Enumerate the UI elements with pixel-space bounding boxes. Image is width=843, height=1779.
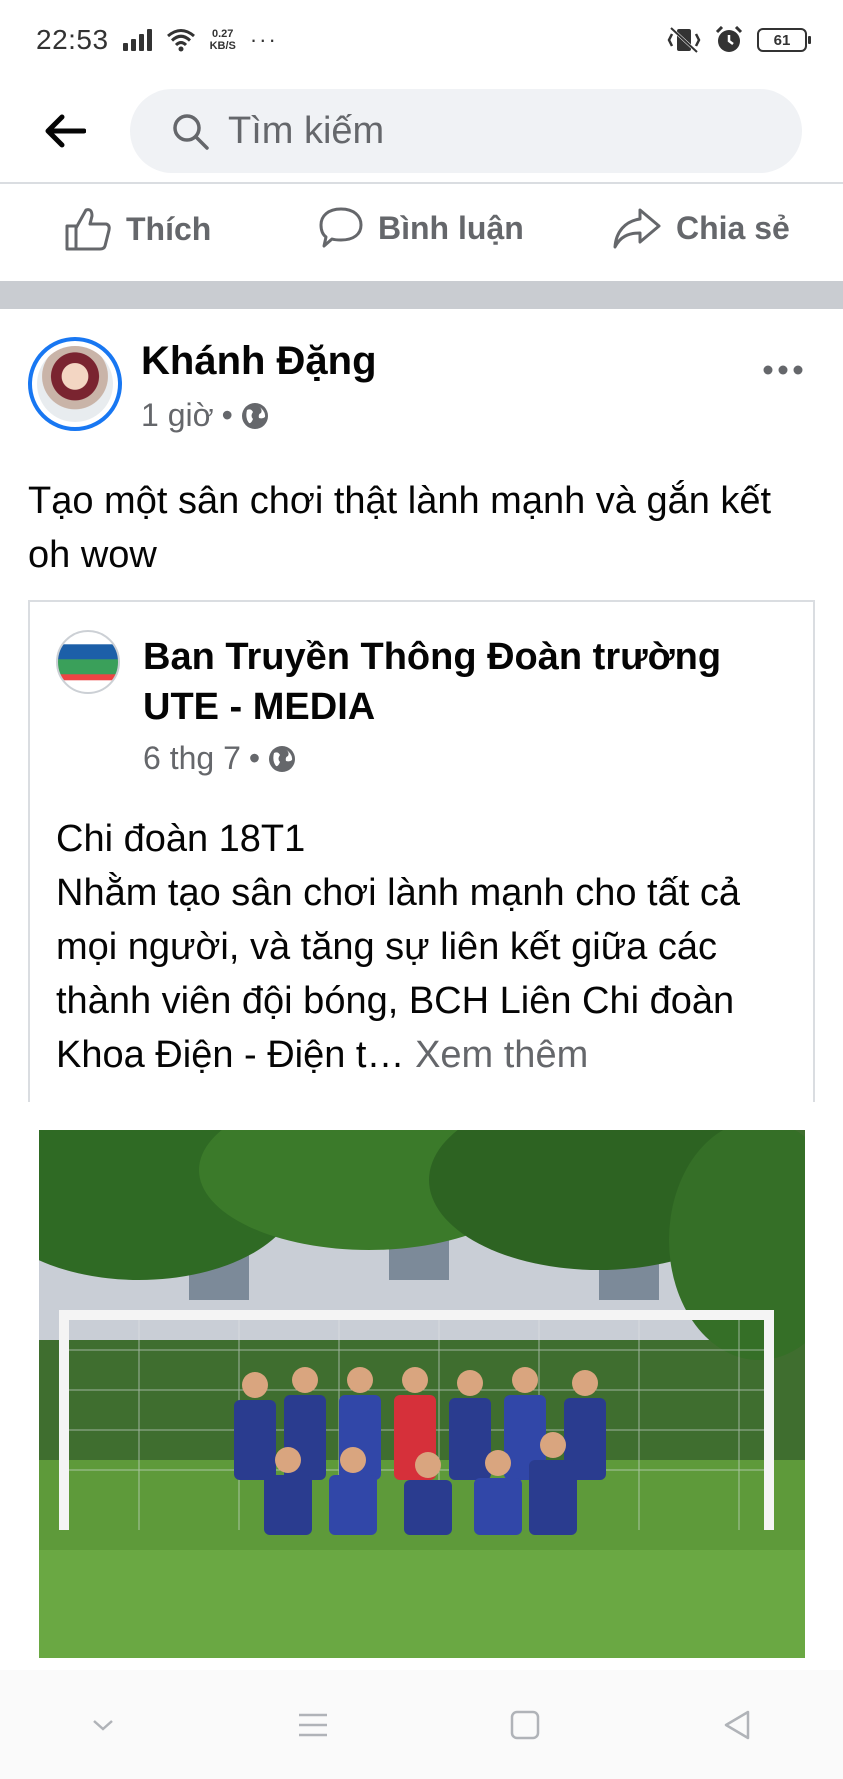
status-time: 22:53 [36,24,109,55]
wifi-icon [166,29,195,52]
more-options-button[interactable] [763,345,803,384]
back-arrow-icon [45,114,86,148]
meta-separator: • [221,397,233,433]
avatar-image [37,346,113,422]
search-header: Tìm kiếm [0,80,843,184]
action-bar: Thích Bình luận Chia sẻ [0,186,843,280]
status-bar: 22:53 0.27 KB/S ··· 61 [0,0,843,80]
globe-icon [241,402,268,429]
net-speed: 0.27 KB/S [210,28,236,52]
comment-label: Bình luận [378,209,524,246]
post-meta: 1 giờ • [141,397,269,434]
shared-post-card[interactable]: Ban Truyền Thông Đoàn trường UTE - MEDIA… [28,600,815,1102]
status-left: 22:53 0.27 KB/S ··· [36,24,278,56]
search-placeholder: Tìm kiếm [228,109,385,152]
shared-text: Chi đoàn 18T1 Nhằm tạo sân chơi lành mạn… [56,812,796,1082]
net-speed-value: 0.27 [212,28,234,40]
page-avatar[interactable] [56,630,120,694]
net-speed-unit: KB/S [209,40,236,52]
page-name[interactable]: Ban Truyền Thông Đoàn trường UTE - MEDIA [143,632,793,732]
team-photo [39,1130,805,1658]
like-icon [65,208,111,251]
shared-time[interactable]: 6 thg 7 [143,740,241,777]
section-divider [0,281,843,309]
vibrate-icon [667,26,701,54]
nav-back-icon[interactable] [722,1709,752,1741]
share-label: Chia sẻ [676,209,790,246]
post-photo[interactable] [39,1130,805,1658]
see-more-link[interactable]: Xem thêm [415,1034,588,1076]
search-input[interactable]: Tìm kiếm [130,89,802,173]
nav-home-icon[interactable] [510,1710,540,1740]
status-more: ··· [249,27,278,52]
shared-body: Nhằm tạo sân chơi lành mạnh cho tất cả m… [56,872,740,1076]
globe-icon [269,745,296,772]
shared-separator: • [248,740,261,776]
back-button[interactable] [0,80,130,182]
author-avatar[interactable] [28,337,122,431]
search-icon [173,114,209,150]
alarm-icon [715,26,743,52]
signal-icon [122,29,152,51]
like-button[interactable]: Thích [64,206,211,252]
nav-menu-icon[interactable] [297,1711,329,1739]
shared-title-line: Chi đoàn 18T1 [56,818,306,860]
post-time[interactable]: 1 giờ [141,397,214,434]
post-text: Tạo một sân chơi thật lành mạnh và gắn k… [28,480,772,576]
status-right: 61 [667,26,811,54]
battery-indicator: 61 [757,28,811,52]
like-label: Thích [126,210,212,247]
share-button[interactable]: Chia sẻ [612,206,790,250]
nav-down-icon[interactable] [91,1718,115,1732]
share-icon [613,208,661,249]
shared-meta: 6 thg 7 • [143,740,296,777]
more-icon [763,365,803,375]
system-nav-bar [0,1670,843,1779]
comment-button[interactable]: Bình luận [318,206,524,250]
post-author[interactable]: Khánh Đặng [141,339,377,384]
comment-icon [319,207,363,248]
